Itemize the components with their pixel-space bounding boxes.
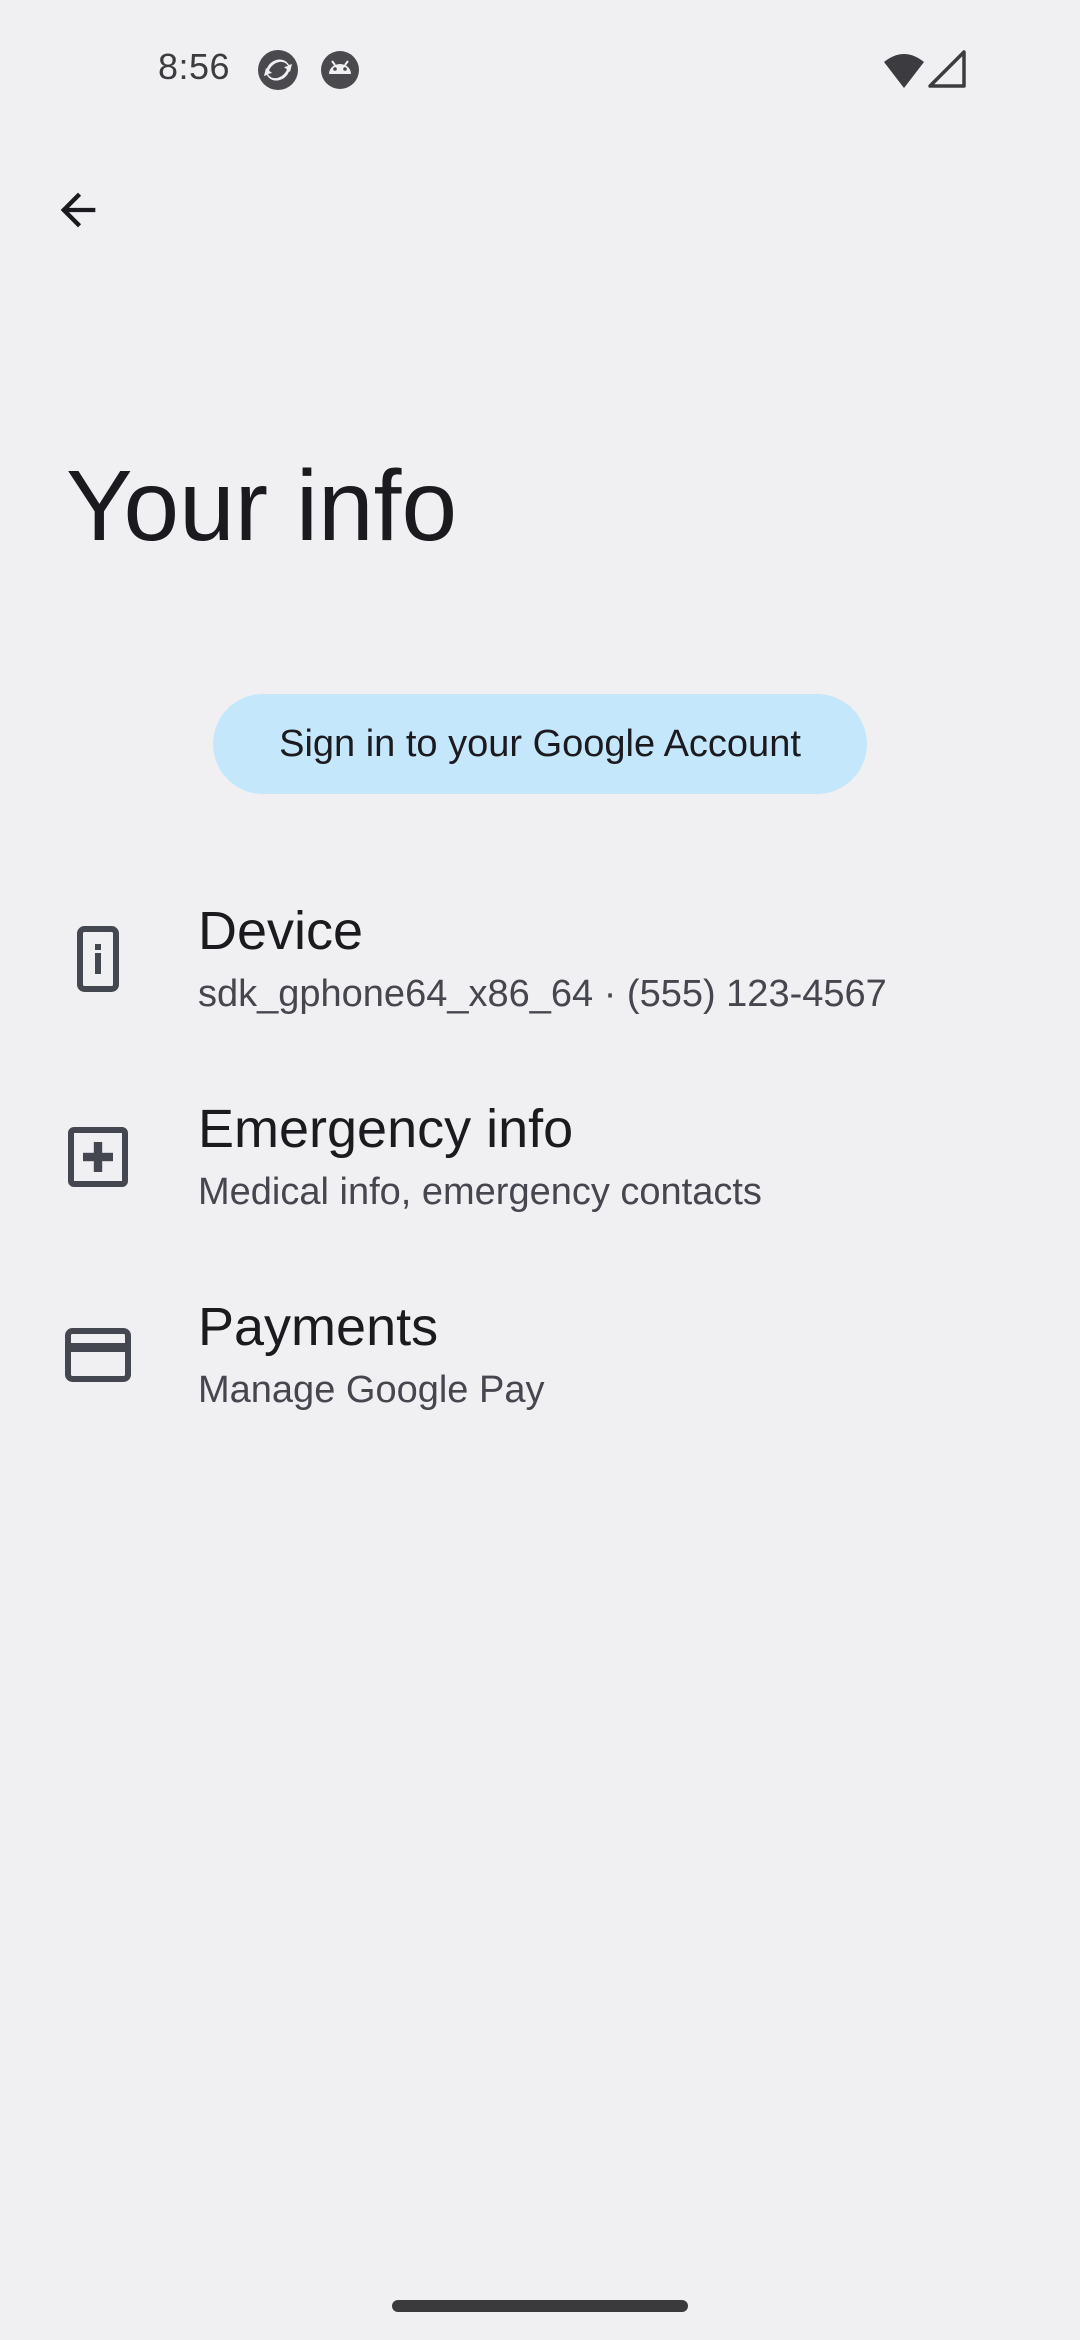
wifi-icon bbox=[882, 48, 926, 92]
credit-card-icon bbox=[62, 1319, 134, 1391]
medical-plus-icon bbox=[62, 1121, 134, 1193]
payments-summary: Manage Google Pay bbox=[198, 1369, 545, 1411]
settings-screen: 8:56 Your info Sign in to your Google Ac… bbox=[0, 0, 1080, 2340]
arrow-back-icon bbox=[52, 184, 104, 241]
emergency-info-title: Emergency info bbox=[198, 1099, 574, 1159]
signal-icon bbox=[928, 48, 968, 92]
list-item-payments[interactable]: Payments Manage Google Pay bbox=[0, 1260, 1080, 1450]
back-button[interactable] bbox=[38, 172, 118, 252]
payments-title: Payments bbox=[198, 1297, 439, 1357]
page-title: Your info bbox=[66, 450, 458, 562]
list-item-device[interactable]: Device sdk_gphone64_x86_64 · (555) 123-4… bbox=[0, 864, 1080, 1054]
android-debug-icon bbox=[318, 48, 362, 92]
sign-in-button[interactable]: Sign in to your Google Account bbox=[213, 694, 867, 794]
device-title: Device bbox=[198, 901, 364, 961]
sync-app-icon bbox=[256, 48, 300, 92]
phone-info-icon bbox=[62, 923, 134, 995]
gesture-nav-handle[interactable] bbox=[392, 2300, 688, 2312]
device-summary: sdk_gphone64_x86_64 · (555) 123-4567 bbox=[198, 973, 887, 1015]
list-item-emergency-info[interactable]: Emergency info Medical info, emergency c… bbox=[0, 1062, 1080, 1252]
status-bar: 8:56 bbox=[0, 0, 1080, 140]
status-time: 8:56 bbox=[158, 46, 231, 87]
emergency-info-summary: Medical info, emergency contacts bbox=[198, 1171, 762, 1213]
